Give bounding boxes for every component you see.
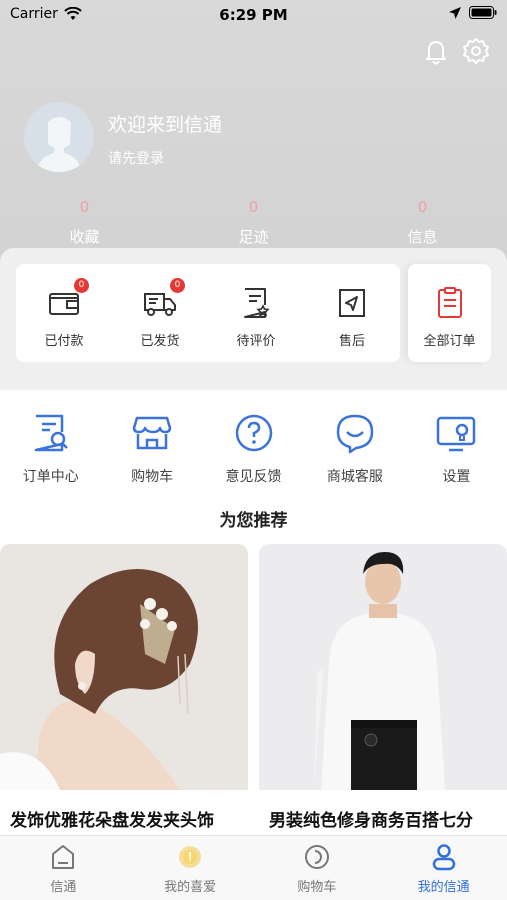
badge-count: 0 bbox=[74, 278, 89, 293]
stat-value: 0 bbox=[417, 198, 428, 216]
product-image-hair-clip bbox=[0, 544, 248, 790]
clipboard-list-icon bbox=[433, 286, 467, 320]
tab-favorites[interactable]: 我的喜爱 bbox=[127, 836, 254, 900]
notification-bell-icon[interactable] bbox=[421, 36, 451, 66]
tab-bar: 信通 我的喜爱 购物车 我的信通 bbox=[0, 835, 507, 900]
stat-label: 信息 bbox=[407, 228, 438, 246]
tab-label: 我的信通 bbox=[417, 880, 470, 895]
location-arrow-icon bbox=[449, 6, 461, 19]
stat-value: 0 bbox=[248, 198, 259, 216]
tab-profile[interactable]: 我的信通 bbox=[380, 836, 507, 900]
recommend-title: 为您推荐 bbox=[219, 511, 288, 531]
truck-icon: 0 bbox=[143, 278, 185, 320]
stat-value: 0 bbox=[79, 198, 90, 216]
order-paid[interactable]: 0 已付款 bbox=[16, 264, 112, 362]
customer-service-icon bbox=[336, 414, 374, 454]
recommend-section: 为您推荐 发饰优雅花朵盘发发夹头饰 男装纯色修身商务百搭七分 bbox=[0, 500, 507, 844]
all-orders-button[interactable]: 全部订单 bbox=[408, 264, 491, 362]
status-bar: Carrier 6:29 PM bbox=[0, 0, 507, 30]
service-label: 订单中心 bbox=[22, 469, 79, 485]
tab-label: 我的喜爱 bbox=[164, 880, 217, 895]
order-shipped[interactable]: 0 已发货 bbox=[112, 264, 208, 362]
product-card[interactable]: 男装纯色修身商务百搭七分 bbox=[259, 544, 507, 844]
stat-label: 收藏 bbox=[69, 228, 100, 246]
welcome-text: 欢迎来到信通 bbox=[108, 114, 223, 136]
order-label: 待评价 bbox=[236, 334, 276, 349]
review-document-icon bbox=[239, 286, 273, 320]
stat-favorites[interactable]: 0 收藏 bbox=[0, 198, 169, 247]
avatar[interactable] bbox=[24, 102, 94, 172]
service-label: 商城客服 bbox=[326, 469, 383, 485]
product-name: 男装纯色修身商务百搭七分 bbox=[269, 811, 473, 831]
order-section: 0 已付款 0 已发货 待评价 售后 全部订单 bbox=[0, 248, 507, 390]
product-card[interactable]: 发饰优雅花朵盘发发夹头饰 bbox=[0, 544, 248, 844]
service-order-center[interactable]: 订单中心 bbox=[0, 390, 101, 500]
shop-icon bbox=[132, 416, 172, 450]
service-label: 购物车 bbox=[131, 469, 174, 485]
order-center-icon bbox=[34, 414, 68, 452]
battery-icon bbox=[469, 6, 497, 19]
badge-count: 0 bbox=[170, 278, 185, 293]
all-orders-label: 全部订单 bbox=[423, 334, 476, 349]
favorites-icon bbox=[179, 846, 202, 868]
stat-messages[interactable]: 0 信息 bbox=[338, 198, 507, 247]
order-after-sales[interactable]: 售后 bbox=[304, 264, 400, 362]
order-label: 已付款 bbox=[44, 334, 84, 349]
order-status-card: 0 已付款 0 已发货 待评价 售后 bbox=[16, 264, 400, 362]
stats-row: 0 收藏 0 足迹 0 信息 bbox=[0, 198, 507, 247]
after-sales-icon bbox=[335, 286, 369, 320]
tab-label: 购物车 bbox=[297, 880, 337, 895]
order-label: 已发货 bbox=[140, 334, 180, 349]
settings-screen-icon bbox=[437, 416, 476, 452]
user-icon bbox=[432, 844, 455, 871]
service-label: 意见反馈 bbox=[225, 469, 282, 485]
tab-home[interactable]: 信通 bbox=[0, 836, 127, 900]
service-settings[interactable]: 设置 bbox=[406, 390, 507, 500]
stat-footprints[interactable]: 0 足迹 bbox=[169, 198, 338, 247]
service-cart[interactable]: 购物车 bbox=[101, 390, 202, 500]
tab-label: 信通 bbox=[50, 880, 77, 895]
order-to-review[interactable]: 待评价 bbox=[208, 264, 304, 362]
product-image-mens-shirt bbox=[259, 544, 507, 790]
service-feedback[interactable]: 意见反馈 bbox=[203, 390, 304, 500]
feedback-icon bbox=[235, 414, 272, 452]
stat-label: 足迹 bbox=[238, 228, 269, 246]
order-label: 售后 bbox=[338, 334, 365, 349]
wallet-icon: 0 bbox=[47, 278, 89, 320]
service-row: 订单中心 购物车 意见反馈 商城客服 设置 bbox=[0, 390, 507, 500]
login-link[interactable]: 请先登录 bbox=[108, 148, 164, 168]
status-time: 6:29 PM bbox=[219, 6, 288, 24]
cart-icon bbox=[304, 845, 329, 869]
home-icon bbox=[52, 845, 75, 869]
tab-cart[interactable]: 购物车 bbox=[254, 836, 381, 900]
gear-icon[interactable] bbox=[461, 36, 491, 66]
product-name: 发饰优雅花朵盘发发夹头饰 bbox=[10, 811, 214, 831]
service-customer-service[interactable]: 商城客服 bbox=[304, 390, 405, 500]
service-label: 设置 bbox=[442, 469, 471, 485]
